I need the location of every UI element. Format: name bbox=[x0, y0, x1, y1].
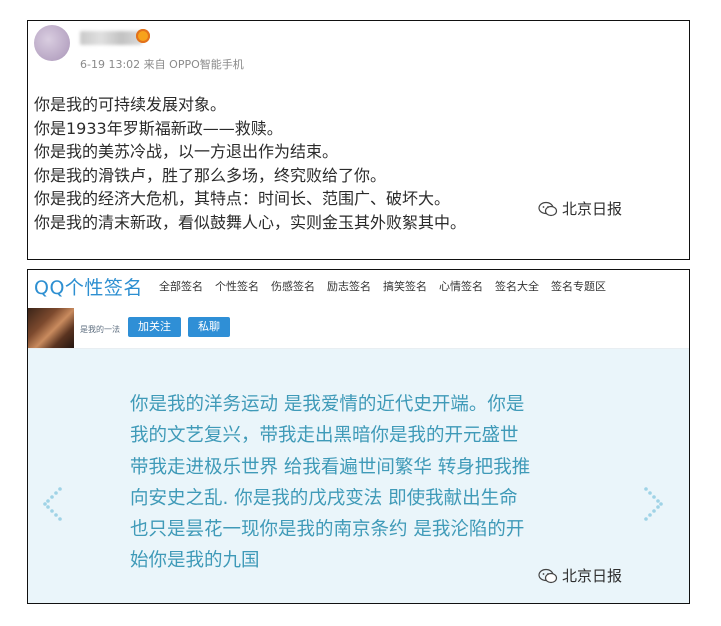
signature-line: 我的文艺复兴，带我走出黑暗你是我的开元盛世 bbox=[130, 425, 519, 447]
signature-line: 你是我的洋务运动 是我爱情的近代史开端。你是 bbox=[130, 394, 525, 415]
private-message-button[interactable]: 私聊 bbox=[188, 317, 230, 337]
chevron-right-icon[interactable] bbox=[640, 485, 666, 523]
post-line: 你是1933年罗斯福新政——救赎。 bbox=[34, 118, 283, 138]
chevron-left-icon[interactable] bbox=[40, 485, 66, 523]
post-line: 你是我的可持续发展对象。 bbox=[34, 95, 227, 114]
post-body: 你是我的可持续发展对象。 你是1933年罗斯福新政——救赎。 你是我的美苏冷战，… bbox=[34, 93, 466, 234]
watermark-text: 北京日报 bbox=[562, 567, 623, 585]
username-redacted bbox=[80, 31, 142, 45]
post-line: 你是我的清末新政，看似鼓舞人心，实则金玉其外败絮其中。 bbox=[34, 212, 467, 232]
watermark: 北京日报 bbox=[538, 565, 622, 586]
signature-line: 带我走进极乐世界 给我看遍世间繁华 转身把我推 bbox=[130, 456, 531, 478]
nav-item-all[interactable]: 全部签名 bbox=[159, 278, 203, 294]
signature-line: 也只是昙花一现你是我的南京条约 是我沦陷的开 bbox=[130, 519, 525, 541]
qq-signature-panel: QQ个性签名 全部签名 个性签名 伤感签名 励志签名 搞笑签名 心情签名 签名大… bbox=[27, 269, 690, 604]
signature-text: 你是我的洋务运动 是我爱情的近代史开端。你是 我的文艺复兴，带我走出黑暗你是我的… bbox=[130, 389, 530, 577]
signature-line: 向安史之乱. 你是我的戊戌变法 即使我献出生命 bbox=[130, 487, 518, 509]
nav-item-topics[interactable]: 签名专题区 bbox=[551, 278, 606, 294]
wechat-logo-icon bbox=[538, 568, 558, 583]
nav-item-funny[interactable]: 搞笑签名 bbox=[383, 278, 427, 294]
user-name[interactable]: 是我的一法 bbox=[80, 324, 120, 335]
top-nav: QQ个性签名 全部签名 个性签名 伤感签名 励志签名 搞笑签名 心情签名 签名大… bbox=[28, 270, 689, 302]
wechat-logo-icon bbox=[538, 201, 558, 216]
profile-bar: 是我的一法 加关注 私聊 bbox=[28, 302, 689, 349]
site-logo[interactable]: QQ个性签名 bbox=[34, 273, 143, 300]
post-line: 你是我的滑铁卢，胜了那么多场，终究败给了你。 bbox=[34, 165, 387, 185]
avatar[interactable] bbox=[34, 25, 70, 61]
nav-item-mood[interactable]: 心情签名 bbox=[439, 278, 483, 294]
watermark-text: 北京日报 bbox=[562, 200, 623, 218]
post-line: 你是我的经济大危机，其特点：时间长、范围广、破坏大。 bbox=[34, 189, 451, 208]
watermark: 北京日报 bbox=[538, 198, 622, 219]
nav-item-sad[interactable]: 伤感签名 bbox=[271, 278, 315, 294]
nav-item-personal[interactable]: 个性签名 bbox=[215, 278, 259, 294]
signature-line: 始你是我的九国 bbox=[130, 550, 260, 572]
nav-item-inspirational[interactable]: 励志签名 bbox=[327, 278, 371, 294]
follow-button[interactable]: 加关注 bbox=[128, 317, 181, 337]
avatar[interactable] bbox=[28, 308, 74, 348]
post-line: 你是我的美苏冷战，以一方退出作为结束。 bbox=[34, 142, 339, 161]
weibo-post-panel: 6-19 13:02 来自 OPPO智能手机 你是我的可持续发展对象。 你是19… bbox=[27, 20, 690, 260]
vip-badge-icon bbox=[136, 29, 150, 43]
nav-item-collection[interactable]: 签名大全 bbox=[495, 278, 539, 294]
post-meta: 6-19 13:02 来自 OPPO智能手机 bbox=[80, 58, 244, 71]
nav-menu: 全部签名 个性签名 伤感签名 励志签名 搞笑签名 心情签名 签名大全 签名专题区 bbox=[159, 278, 606, 294]
